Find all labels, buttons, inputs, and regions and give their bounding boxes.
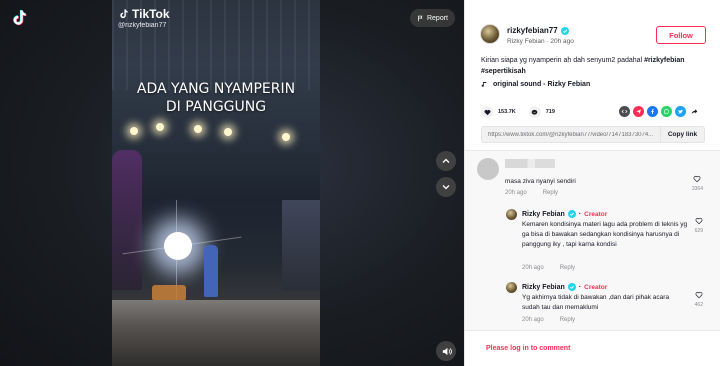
watermark-brand: TikTok xyxy=(132,7,170,21)
reply-button[interactable]: Reply xyxy=(543,190,558,196)
stage-equipment xyxy=(282,200,320,290)
tiktok-logo-icon[interactable] xyxy=(10,9,28,27)
heart-icon xyxy=(484,109,490,115)
twitter-icon xyxy=(678,109,683,114)
whatsapp-share-button[interactable] xyxy=(661,106,672,117)
like-count: 153.7K xyxy=(498,109,516,115)
reply-like-count: 629 xyxy=(694,228,703,234)
next-video-button[interactable] xyxy=(436,177,456,197)
reply-like-button[interactable]: 629 xyxy=(695,217,703,234)
post-age: 20h ago xyxy=(550,38,574,45)
reply-time: 20h ago xyxy=(522,265,544,271)
details-panel: rizkyfebian77 Rizky Febian · 20h ago Fol… xyxy=(464,0,720,366)
engagement-stats: 153.7K 719 xyxy=(481,105,568,119)
author-avatar[interactable] xyxy=(480,24,500,44)
speaker-icon xyxy=(442,347,452,355)
sound-title: original sound - Rizky Febian xyxy=(493,81,591,88)
video-player-area[interactable]: ADA YANG NYAMPERIN DI PANGGUNG TikTok @r… xyxy=(0,0,464,366)
facebook-share-button[interactable] xyxy=(647,106,658,117)
tiktok-video-page: ADA YANG NYAMPERIN DI PANGGUNG TikTok @r… xyxy=(0,0,720,366)
chevron-up-icon xyxy=(442,158,450,163)
reply-like-count: 462 xyxy=(694,302,703,308)
embed-share-button[interactable] xyxy=(619,106,630,117)
comment-count: 719 xyxy=(545,109,555,115)
watermark-handle: @rizkyfebian77 xyxy=(118,22,167,29)
creator-badge: Creator xyxy=(584,210,608,218)
verified-badge-icon xyxy=(560,26,569,35)
verified-badge-icon xyxy=(567,210,576,218)
comments-list[interactable]: masa ziva nyanyi sendiri 20h ago Reply 3… xyxy=(465,150,720,330)
comment-login-bar: Please log in to comment xyxy=(465,330,720,366)
mute-toggle-button[interactable] xyxy=(436,341,456,361)
reply-button[interactable]: Reply xyxy=(560,317,575,323)
report-button[interactable]: Report xyxy=(410,9,455,27)
tiktok-watermark: TikTok @rizkyfebian77 xyxy=(118,7,170,29)
more-share-button[interactable] xyxy=(689,106,700,117)
hashtag-link[interactable]: #sepertikisah xyxy=(481,68,526,75)
comment-meta: 20h ago Reply xyxy=(505,190,558,196)
hashtag-link[interactable]: #rizkyfebian xyxy=(644,57,684,64)
spotlight-flare xyxy=(164,232,192,260)
comment-like-count: 3364 xyxy=(691,186,703,192)
commenter-name-blurred xyxy=(505,159,555,168)
heart-outline-icon xyxy=(695,218,703,225)
video-frame[interactable]: ADA YANG NYAMPERIN DI PANGGUNG xyxy=(112,0,320,366)
follow-button[interactable]: Follow xyxy=(656,26,706,44)
copy-link-box: https://www.tiktok.com/@rizkyfebian77/vi… xyxy=(481,126,705,143)
reply-text: Kemaren kondisinya materi lagu ada probl… xyxy=(522,221,688,248)
chevron-down-icon xyxy=(442,185,450,190)
login-to-comment-link[interactable]: Please log in to comment xyxy=(486,345,570,352)
music-note-icon xyxy=(481,82,487,87)
reply-author[interactable]: Rizky Febian · Creator xyxy=(522,283,607,291)
reply-meta: 20h ago Reply xyxy=(522,317,575,323)
friends-share-button[interactable] xyxy=(633,106,644,117)
comment-like-button[interactable]: 3364 xyxy=(692,175,703,192)
crowd-silhouette xyxy=(112,150,142,290)
author-subline: Rizky Febian · 20h ago xyxy=(507,38,574,45)
previous-video-button[interactable] xyxy=(436,151,456,171)
stage-prop xyxy=(152,285,186,301)
copy-link-button[interactable]: Copy link xyxy=(660,127,704,142)
reply-like-button[interactable]: 462 xyxy=(695,291,703,308)
post-description: Kirian siapa yg nyamperin ah dah senyum2… xyxy=(481,55,709,77)
author-display-name[interactable]: Rizky Febian xyxy=(507,38,545,45)
share-arrow-icon xyxy=(691,109,698,115)
heart-outline-icon xyxy=(694,176,701,183)
comment-time: 20h ago xyxy=(505,190,527,196)
reply-author[interactable]: Rizky Febian · Creator xyxy=(522,210,607,218)
video-link-url[interactable]: https://www.tiktok.com/@rizkyfebian77/vi… xyxy=(482,132,660,138)
description-text: Kirian siapa yg nyamperin ah dah senyum2… xyxy=(481,57,645,64)
commenter-avatar-blurred[interactable] xyxy=(477,158,499,180)
embed-code-icon xyxy=(621,109,628,114)
report-label: Report xyxy=(426,14,448,22)
like-stat[interactable]: 153.7K xyxy=(481,106,516,118)
singer-silhouette xyxy=(204,245,218,297)
sound-link[interactable]: original sound - Rizky Febian xyxy=(481,81,590,88)
creator-badge: Creator xyxy=(584,283,608,291)
comment-bubble-icon xyxy=(531,109,538,115)
stage-floor xyxy=(112,300,320,366)
reply-avatar[interactable] xyxy=(506,209,517,220)
share-buttons xyxy=(619,106,700,117)
author-username[interactable]: rizkyfebian77 xyxy=(507,26,569,35)
reply-time: 20h ago xyxy=(522,317,544,323)
video-caption-text: ADA YANG NYAMPERIN DI PANGGUNG xyxy=(136,81,296,115)
reply-text: Yg akhirnya tidak di bawakan ,dan dari p… xyxy=(522,294,670,311)
flag-icon xyxy=(418,15,423,21)
twitter-share-button[interactable] xyxy=(675,106,686,117)
reply-button[interactable]: Reply xyxy=(560,265,575,271)
reply-meta: 20h ago Reply xyxy=(522,265,575,271)
comment-text: masa ziva nyanyi sendiri xyxy=(505,178,576,185)
reply-avatar[interactable] xyxy=(506,282,517,293)
facebook-icon xyxy=(651,109,654,114)
comment-stat[interactable]: 719 xyxy=(528,106,555,118)
send-icon xyxy=(636,109,641,114)
whatsapp-icon xyxy=(664,109,669,114)
heart-outline-icon xyxy=(695,292,703,299)
verified-badge-icon xyxy=(567,283,576,291)
tiktok-note-icon xyxy=(120,9,128,19)
